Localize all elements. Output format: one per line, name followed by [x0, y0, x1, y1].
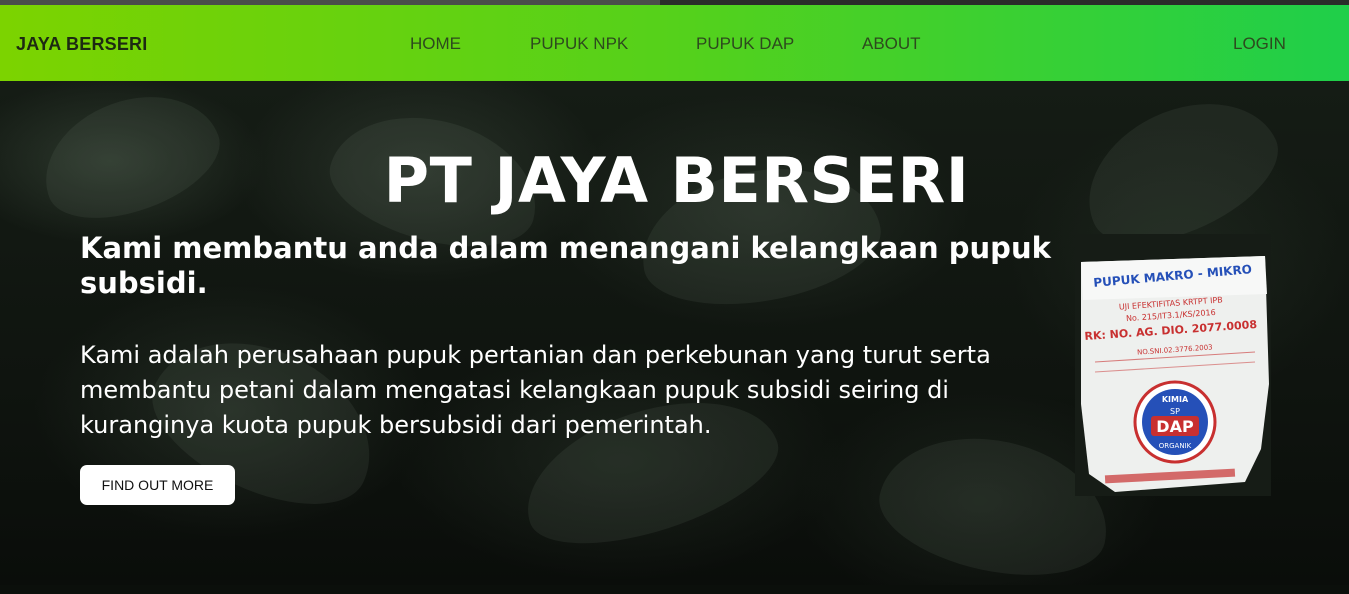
hero-description: Kami adalah perusahaan pupuk pertanian d… — [80, 341, 991, 439]
nav-link-pupuk-npk[interactable]: PUPUK NPK — [530, 34, 628, 54]
nav-link-about[interactable]: ABOUT — [862, 34, 921, 54]
sack-badge-bottom: ORGANIK — [1159, 442, 1192, 450]
sack-badge-top: KIMIA — [1162, 395, 1189, 404]
find-out-more-button[interactable]: FIND OUT MORE — [80, 465, 235, 505]
nav-link-login[interactable]: LOGIN — [1233, 34, 1286, 54]
fertilizer-sack-image: PUPUK MAKRO - MIKRO UJI EFEKTIFITAS KRTP… — [1075, 234, 1271, 496]
sack-badge-main: DAP — [1156, 417, 1194, 436]
sack-badge-sp: SP — [1170, 407, 1180, 416]
hero-title: PT JAYA BERSERI — [383, 144, 970, 217]
nav-link-home[interactable]: HOME — [410, 34, 461, 54]
brand-logo[interactable]: JAYA BERSERI — [16, 34, 147, 55]
nav-link-pupuk-dap[interactable]: PUPUK DAP — [696, 34, 794, 54]
hero-subtitle: Kami membantu anda dalam menangani kelan… — [80, 231, 1051, 300]
navbar: JAYA BERSERI HOME PUPUK NPK PUPUK DAP AB… — [0, 5, 1349, 81]
hero-section: PT JAYA BERSERI Kami membantu anda dalam… — [0, 73, 1349, 594]
